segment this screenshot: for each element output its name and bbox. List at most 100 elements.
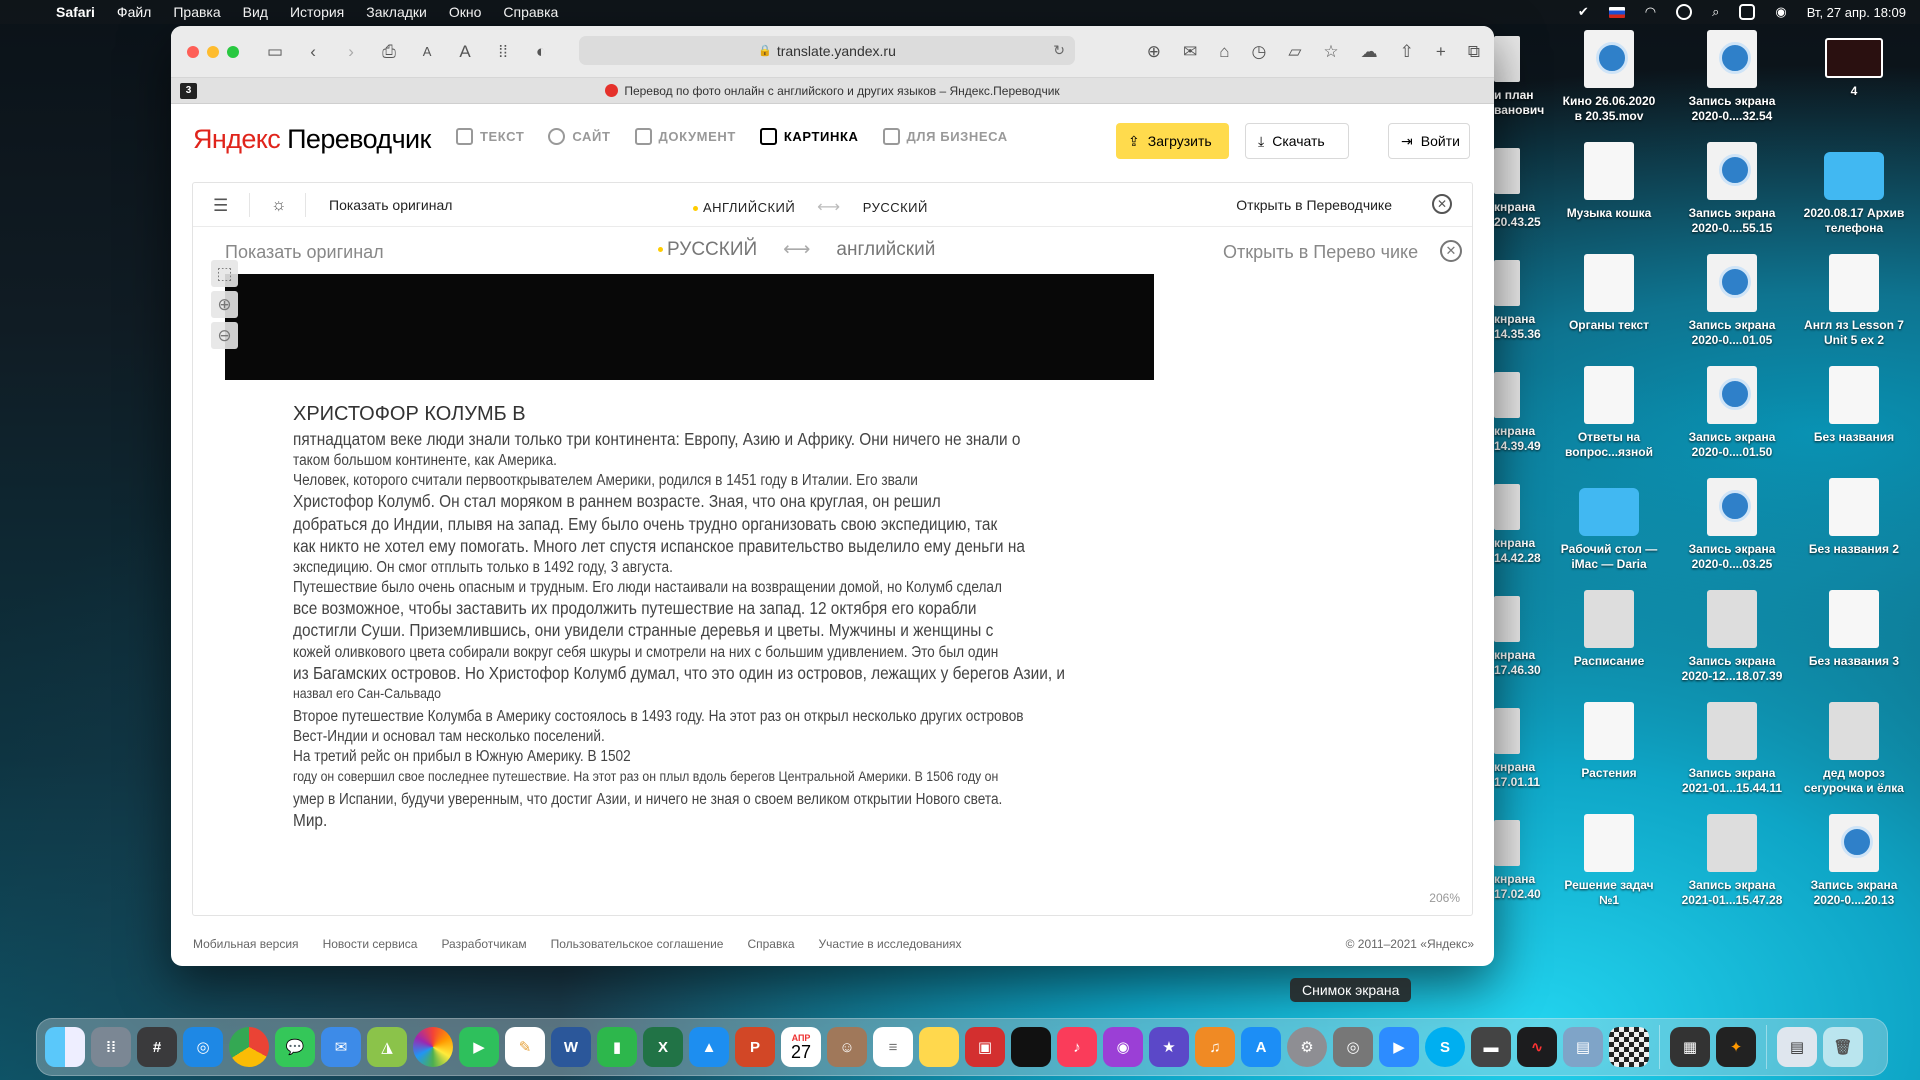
nav-site[interactable]: САЙТ xyxy=(548,128,610,145)
extension-badge[interactable]: 3 xyxy=(180,83,197,99)
nav-document[interactable]: ДОКУМЕНТ xyxy=(634,128,736,145)
zoom-out-icon[interactable]: ⊖ xyxy=(211,322,238,349)
menu-file[interactable]: Файл xyxy=(106,4,162,20)
login-button[interactable]: ⇥ Войти xyxy=(1388,123,1470,159)
clock-icon[interactable]: ◷ xyxy=(1252,42,1267,62)
reminders-icon[interactable]: ≡ xyxy=(873,1027,913,1067)
menu-app-name[interactable]: Safari xyxy=(54,4,106,20)
app-store-icon[interactable]: A xyxy=(1241,1027,1281,1067)
spotlight-search-icon[interactable]: ⌕ xyxy=(1712,4,1719,20)
desktop-file[interactable]: Рабочий стол — iMac — Daria xyxy=(1553,478,1665,572)
font-larger-icon[interactable]: A xyxy=(457,42,473,62)
desktop-file[interactable]: Запись экрана 2020-0....20.13 xyxy=(1798,814,1910,908)
user-icon[interactable] xyxy=(1676,4,1693,20)
brightness-icon[interactable]: ☼ xyxy=(271,195,287,215)
garageband-icon[interactable]: ♫ xyxy=(1195,1027,1235,1067)
siri-icon[interactable]: ◉ xyxy=(1775,4,1786,20)
menu-lines-icon[interactable]: ☰ xyxy=(213,196,228,216)
cloud-icon[interactable]: ☁ xyxy=(1361,42,1378,62)
maps-icon[interactable]: ◮ xyxy=(367,1027,407,1067)
upload-button[interactable]: ⇪ Загрузить xyxy=(1116,123,1229,159)
menu-window[interactable]: Окно xyxy=(438,4,493,20)
desktop-file[interactable]: 4 xyxy=(1798,30,1910,99)
target-language[interactable]: РУССКИЙ xyxy=(863,200,928,215)
footer-link-help[interactable]: Справка xyxy=(747,937,794,951)
fit-screen-icon[interactable]: ⬚ xyxy=(211,260,238,287)
download-button[interactable]: ⤓ Скачать xyxy=(1245,123,1349,159)
nav-image[interactable]: КАРТИНКА xyxy=(759,128,859,145)
wifi-icon[interactable]: ◠ xyxy=(1645,4,1656,20)
menu-bookmarks[interactable]: Закладки xyxy=(355,4,438,20)
desktop-file[interactable]: Кино 26.06.2020 в 20.35.mov xyxy=(1553,30,1665,124)
voice-memos-icon[interactable]: ∿ xyxy=(1517,1027,1557,1067)
footer-link-research[interactable]: Участие в исследованиях xyxy=(819,937,962,951)
chess-icon[interactable] xyxy=(1609,1027,1649,1067)
control-center-icon[interactable] xyxy=(1739,4,1756,20)
input-source-flag-icon[interactable] xyxy=(1608,6,1625,18)
desktop-file[interactable]: Музыка кошка xyxy=(1553,142,1665,221)
check-circle-icon[interactable]: ✔ xyxy=(1578,4,1589,20)
launchpad-icon[interactable]: ⁞⁞ xyxy=(91,1027,131,1067)
desktop-file[interactable]: Запись экрана 2020-0....32.54 xyxy=(1676,30,1788,124)
chrome-icon[interactable] xyxy=(229,1027,269,1067)
print-icon[interactable]: ⎙ xyxy=(381,42,397,62)
menu-help[interactable]: Справка xyxy=(492,4,569,20)
disk-drive-icon[interactable]: ▬ xyxy=(1471,1027,1511,1067)
menu-history[interactable]: История xyxy=(279,4,355,20)
zoom-app-icon[interactable]: ▶ xyxy=(1379,1027,1419,1067)
desktop-file[interactable]: Решение задач №1 xyxy=(1553,814,1665,908)
desktop-file[interactable]: Запись экрана 2021-01...15.47.28 xyxy=(1676,814,1788,908)
desktop-file[interactable]: Запись экрана 2021-01...15.44.11 xyxy=(1676,702,1788,796)
desktop-file[interactable]: Запись экрана 2020-0....01.05 xyxy=(1676,254,1788,348)
desktop-file[interactable]: Запись экрана 2020-0....55.15 xyxy=(1676,142,1788,236)
back-icon[interactable]: ‹ xyxy=(305,42,321,62)
desktop-file[interactable]: Без названия 3 xyxy=(1798,590,1910,669)
grid-icon[interactable]: ⁞⁞ xyxy=(495,42,511,62)
footer-link-news[interactable]: Новости сервиса xyxy=(323,937,418,951)
reload-icon[interactable]: ↻ xyxy=(1053,42,1065,59)
sidebar-icon[interactable]: ▭ xyxy=(267,42,283,62)
messages-icon[interactable]: 💬 xyxy=(275,1027,315,1067)
desktop-file[interactable]: дед мороз сегурочка и ёлка xyxy=(1798,702,1910,796)
desktop-file[interactable]: Ответы на вопрос...язной xyxy=(1553,366,1665,460)
nav-text[interactable]: ТЕКСТ xyxy=(456,128,524,145)
skype-icon[interactable]: S xyxy=(1425,1027,1465,1067)
desktop-file[interactable]: Запись экрана 2020-12...18.07.39 xyxy=(1676,590,1788,684)
calculator-icon[interactable]: # xyxy=(137,1027,177,1067)
desktop-file[interactable]: Растения xyxy=(1553,702,1665,781)
podcasts-icon[interactable]: ◉ xyxy=(1103,1027,1143,1067)
show-original-toggle[interactable]: Показать оригинал xyxy=(329,197,452,213)
new-tab-icon[interactable]: + xyxy=(1436,42,1446,62)
photos-icon[interactable] xyxy=(413,1027,453,1067)
tabs-overview-icon[interactable]: ⧉ xyxy=(1468,42,1480,62)
desktop-file[interactable]: Запись экрана 2020-0....01.50 xyxy=(1676,366,1788,460)
menu-view[interactable]: Вид xyxy=(232,4,279,20)
powerpoint-icon[interactable]: P xyxy=(735,1027,775,1067)
music-icon[interactable]: ♪ xyxy=(1057,1027,1097,1067)
desktop-file[interactable]: 2020.08.17 Архив телефона xyxy=(1798,142,1910,236)
ruler-icon[interactable]: ▱ xyxy=(1288,42,1301,62)
address-bar[interactable]: 🔒 translate.yandex.ru ↻ xyxy=(579,36,1075,65)
home-icon[interactable]: ⌂ xyxy=(1219,42,1229,62)
shield-icon[interactable]: ◐ xyxy=(533,42,549,62)
screenshot-icon[interactable]: ◎ xyxy=(1333,1027,1373,1067)
finder-icon[interactable] xyxy=(45,1027,85,1067)
safari-icon[interactable]: ◎ xyxy=(183,1027,223,1067)
keynote-icon[interactable]: ▲ xyxy=(689,1027,729,1067)
font-smaller-icon[interactable]: A xyxy=(419,44,435,59)
numbers-icon[interactable]: ▮ xyxy=(597,1027,637,1067)
forward-icon[interactable]: › xyxy=(343,42,359,62)
close-icon[interactable]: ✕ xyxy=(1432,194,1452,214)
excel-icon[interactable]: X xyxy=(643,1027,683,1067)
minimize-window-button[interactable] xyxy=(207,45,219,58)
trash-icon[interactable]: 🗑 xyxy=(1823,1027,1863,1067)
mail-icon[interactable]: ✉ xyxy=(1183,42,1197,62)
fullscreen-window-button[interactable] xyxy=(227,45,239,58)
desktop-file[interactable]: Запись экрана 2020-0....03.25 xyxy=(1676,478,1788,572)
imovie-icon[interactable]: ★ xyxy=(1149,1027,1189,1067)
nav-business[interactable]: ДЛЯ БИЗНЕСА xyxy=(882,128,1008,145)
footer-link-mobile[interactable]: Мобильная версия xyxy=(193,937,299,951)
swap-languages-icon[interactable]: ⟷ xyxy=(817,197,840,217)
tab-title[interactable]: Перевод по фото онлайн с английского и д… xyxy=(624,84,1059,98)
share-icon[interactable]: ⇧ xyxy=(1400,42,1414,62)
